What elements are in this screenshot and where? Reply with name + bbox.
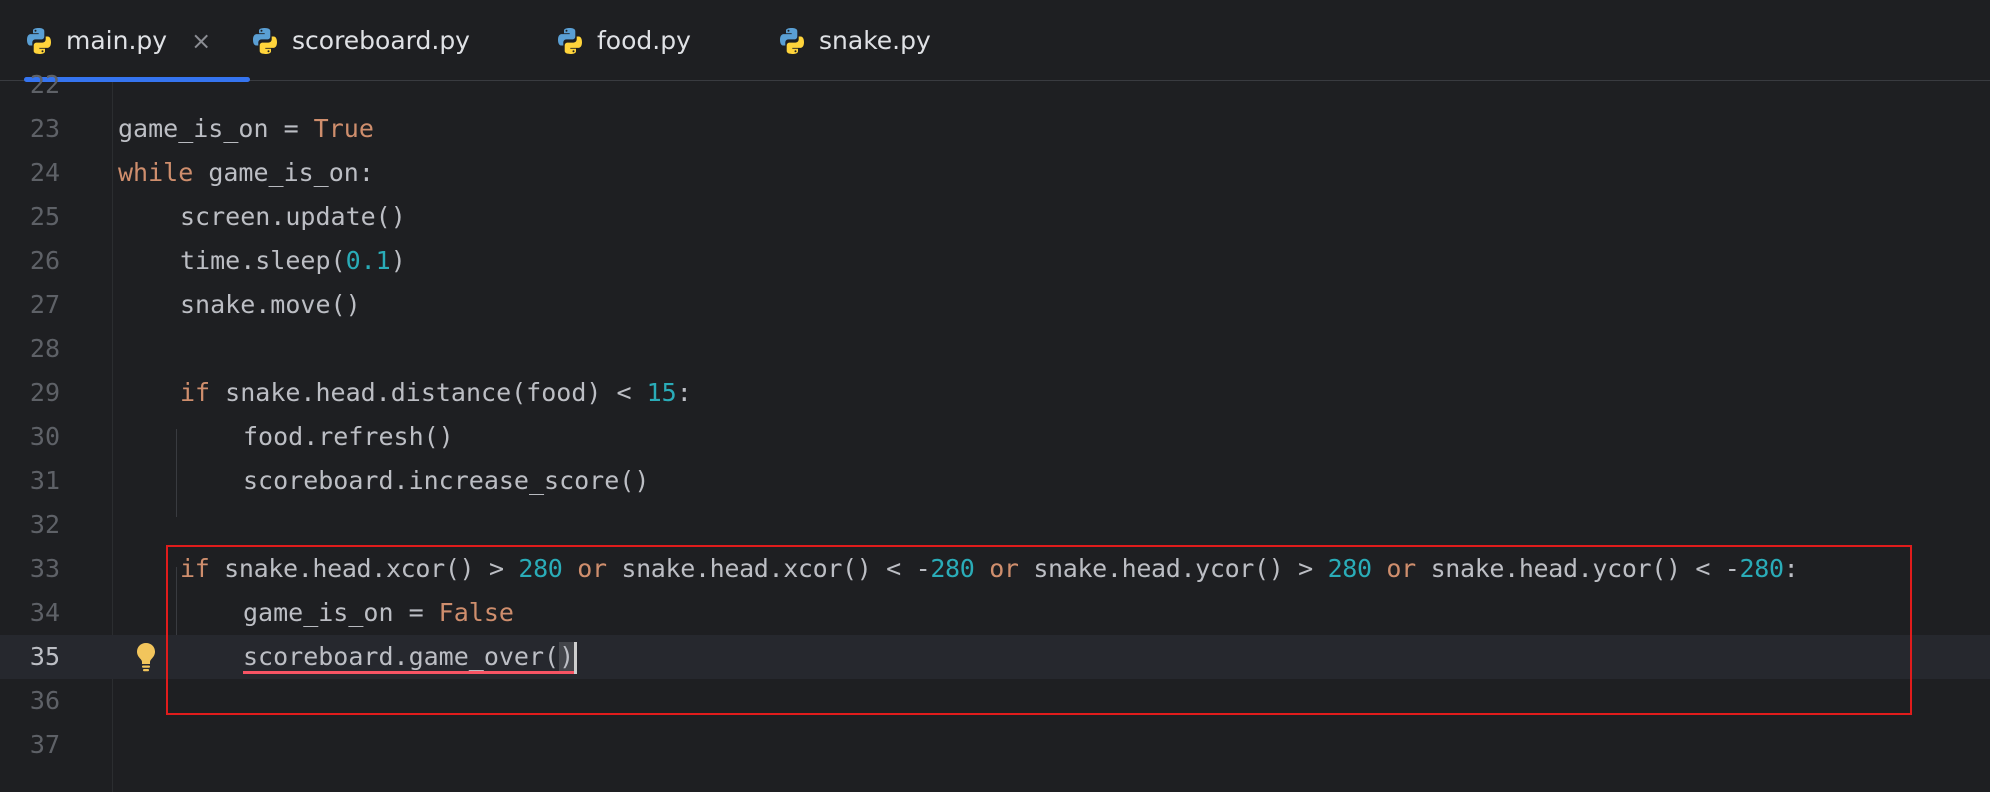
identifier-token: snake.head.xcor() > [209,554,519,583]
code-text: game_is_on = True [118,107,374,151]
code-text: game_is_on = False [243,591,514,635]
number-token: 280 [1739,554,1784,583]
code-line-32[interactable]: 32 [0,503,1990,547]
python-icon [558,27,582,54]
code-line-25[interactable]: 25 screen.update() [0,195,1990,239]
python-icon [253,27,277,54]
identifier-token: snake.head.distance(food) < [210,378,647,407]
code-line-23[interactable]: 23 game_is_on = True [0,107,1990,151]
line-number: 22 [29,70,60,99]
python-icon [27,27,51,54]
identifier-token: food.refresh() [243,422,454,451]
code-text: screen.update() [180,195,406,239]
code-line-29[interactable]: 29 if snake.head.distance(food) < 15: [0,371,1990,415]
identifier-token: : [676,378,692,407]
line-number: 23 [29,114,60,143]
identifier-token: game_is_on = [243,598,439,627]
tab-label: snake.py [819,26,931,55]
code-text: snake.move() [180,283,361,327]
identifier-token [1372,554,1387,583]
code-text: if snake.head.distance(food) < 15: [180,371,692,415]
lightbulb-icon[interactable] [132,641,160,673]
identifier-token [563,554,578,583]
keyword-token: or [989,554,1019,583]
line-number: 30 [29,422,60,451]
identifier-token: time.sleep( [180,246,346,275]
number-token: 280 [930,554,975,583]
keyword-token: True [313,114,374,143]
code-line-36[interactable]: 36 [0,679,1990,723]
keyword-token: if [180,554,210,583]
identifier-token: ) [390,246,406,275]
line-number: 28 [29,334,60,363]
tab-label: food.py [597,26,691,55]
keyword-token: if [180,378,211,407]
code-line-30[interactable]: 30 food.refresh() [0,415,1990,459]
line-number: 25 [29,202,60,231]
error-squiggle: scoreboard.game_over() [243,642,575,674]
identifier-token: snake.head.ycor() > [1018,554,1328,583]
identifier-token: snake.head.ycor() < - [1415,554,1740,583]
code-line-34[interactable]: 34 game_is_on = False [0,591,1990,635]
identifier-token: snake.head.xcor() < - [606,554,931,583]
line-number: 37 [29,730,60,759]
code-line-26[interactable]: 26 time.sleep(0.1) [0,239,1990,283]
line-number: 26 [29,246,60,275]
number-token: 0.1 [345,246,391,275]
code-line-31[interactable]: 31 scoreboard.increase_score() [0,459,1990,503]
code-editor[interactable]: 22 23 game_is_on = True 24 while game_is… [0,70,1990,792]
code-line-37[interactable]: 37 [0,723,1990,767]
matched-paren: ) [559,642,575,671]
keyword-token: False [438,598,514,627]
identifier-token: scoreboard.game_over( [243,642,560,671]
identifier-token: scoreboard.increase_score() [243,466,650,495]
code-line-24[interactable]: 24 while game_is_on: [0,151,1990,195]
number-token: 280 [518,554,563,583]
code-line-22[interactable]: 22 [0,63,1990,107]
code-text: time.sleep(0.1) [180,239,406,283]
keyword-token: while [118,158,194,187]
number-token: 15 [646,378,677,407]
line-number: 32 [29,510,60,539]
number-token: 280 [1327,554,1372,583]
identifier-token: screen.update() [180,202,406,231]
line-number: 29 [29,378,60,407]
line-number: 24 [29,158,60,187]
identifier-token: game_is_on = [118,114,314,143]
line-number: 35 [29,642,60,671]
identifier-token [974,554,989,583]
code-line-35-current[interactable]: 35 scoreboard.game_over() [0,635,1990,679]
ide-window: main.py × scoreboard.py food.py snake.py [0,0,1990,792]
code-text: food.refresh() [243,415,454,459]
code-line-28[interactable]: 28 [0,327,1990,371]
line-number: 36 [29,686,60,715]
identifier-token: game_is_on: [193,158,374,187]
identifier-token: snake.move() [180,290,361,319]
close-tab-icon[interactable]: × [191,27,211,55]
code-text: scoreboard.increase_score() [243,459,649,503]
line-number: 27 [29,290,60,319]
identifier-token: : [1783,554,1799,583]
code-line-33[interactable]: 33 if snake.head.xcor() > 280 or snake.h… [0,547,1990,591]
text-caret [574,642,578,674]
keyword-token: or [577,554,607,583]
line-number: 34 [29,598,60,627]
keyword-token: or [1386,554,1416,583]
python-icon [780,27,804,54]
code-text: while game_is_on: [118,151,374,195]
tab-label: main.py [66,26,168,55]
tab-label: scoreboard.py [292,26,470,55]
code-line-27[interactable]: 27 snake.move() [0,283,1990,327]
code-text: scoreboard.game_over() [243,635,578,679]
code-text: if snake.head.xcor() > 280 or snake.head… [180,547,1799,591]
line-number: 33 [29,554,60,583]
line-number: 31 [29,466,60,495]
